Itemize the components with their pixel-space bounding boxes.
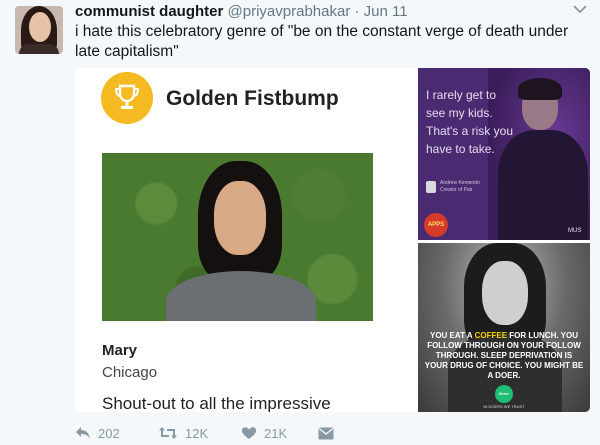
person-name: Mary xyxy=(102,342,138,359)
quote-author: Andrew Kemendo Creator of Pair xyxy=(440,180,480,193)
ad-tagline: IN DOERS WE TRUST xyxy=(483,404,525,409)
reply-count: 202 xyxy=(98,425,120,441)
like-count: 21K xyxy=(264,425,288,441)
display-name[interactable]: communist daughter xyxy=(75,3,223,20)
person-city: Chicago xyxy=(102,364,158,381)
like-button[interactable]: 21K xyxy=(241,423,287,443)
separator-dot: · xyxy=(354,3,360,20)
portrait-photo xyxy=(102,153,373,321)
retweet-icon xyxy=(158,426,178,440)
heart-icon xyxy=(241,426,257,440)
tweet-header: communist daughter @priyavprabhakar · Ju… xyxy=(75,3,408,21)
retweet-button[interactable]: 12K xyxy=(158,423,208,443)
trophy-icon xyxy=(101,72,153,124)
avatar[interactable] xyxy=(15,6,63,54)
pair-logo-icon xyxy=(426,181,436,193)
shoutout-text: Shout-out to all the impressive xyxy=(102,394,331,412)
media-image-kids-quote[interactable]: I rarely get to see my kids. That's a ri… xyxy=(418,68,590,240)
media-image-golden-fistbump[interactable]: Golden Fistbump Mary Chicago Shout-out t… xyxy=(75,68,415,412)
retweet-count: 12K xyxy=(185,425,209,441)
direct-message-button[interactable] xyxy=(318,423,334,443)
ad-text: YOU EAT A COFFEE FOR LUNCH. YOU FOLLOW T… xyxy=(424,331,584,380)
reply-button[interactable]: 202 xyxy=(75,423,120,443)
media-grid[interactable]: Golden Fistbump Mary Chicago Shout-out t… xyxy=(75,68,590,412)
envelope-icon xyxy=(318,427,334,440)
handle[interactable]: @priyavprabhakar xyxy=(228,3,351,20)
tweet-text: i hate this celebratory genre of "be on … xyxy=(75,23,569,60)
tweet: communist daughter @priyavprabhakar · Ju… xyxy=(0,0,600,445)
fiverr-logo: fiverr xyxy=(495,385,513,403)
media-image-fiverr-ad[interactable]: YOU EAT A COFFEE FOR LUNCH. YOU FOLLOW T… xyxy=(418,243,590,412)
music-mark: MUS xyxy=(568,228,582,234)
quote-text: I rarely get to see my kids. That's a ri… xyxy=(426,88,513,156)
reply-icon xyxy=(75,426,91,440)
timestamp[interactable]: Jun 11 xyxy=(364,3,408,20)
apps-logo: APPS xyxy=(424,213,448,237)
card-title: Golden Fistbump xyxy=(166,87,339,110)
chevron-down-icon[interactable] xyxy=(573,5,587,15)
